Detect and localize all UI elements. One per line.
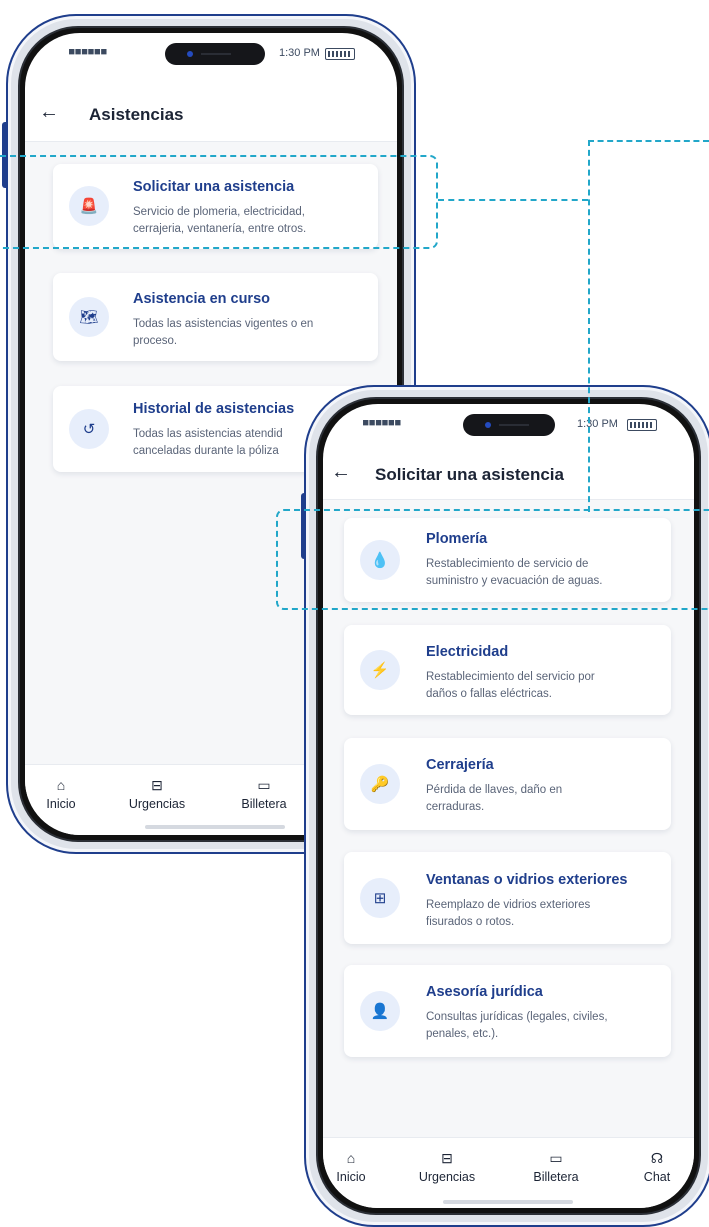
card-electricity[interactable]: ⚡ Electricidad Restablecimiento del serv…: [344, 625, 671, 715]
card-description: canceladas durante la póliza: [133, 445, 279, 457]
screen-header: ← Asistencias: [25, 91, 397, 142]
tab-label: Urgencias: [128, 797, 186, 811]
battery-icon: [325, 48, 355, 60]
card-legal-advice[interactable]: 👤 Asesoría jurídica Consultas jurídicas …: [344, 965, 671, 1057]
page-title: Solicitar una asistencia: [375, 465, 564, 484]
home-icon: ⌂: [56, 777, 66, 793]
card-locksmith[interactable]: 🔑 Cerrajería Pérdida de llaves, daño en …: [344, 738, 671, 830]
signal-icon: ■■■■■■: [363, 418, 402, 428]
camera-notch: [463, 414, 555, 436]
card-title: Cerrajería: [426, 757, 494, 773]
card-title: Electricidad: [426, 644, 509, 660]
key-icon: 🔑: [360, 764, 400, 804]
card-description: proceso.: [133, 335, 178, 347]
card-title: Ventanas o vidrios exteriores: [426, 872, 628, 888]
card-assistance-in-progress[interactable]: 🗺 Asistencia en curso Todas las asistenc…: [53, 273, 378, 361]
status-time: 1:30 PM: [577, 418, 618, 430]
status-time: 1:30 PM: [279, 47, 320, 59]
card-description: Pérdida de llaves, daño en: [426, 784, 563, 796]
highlight-box-plumbing: [276, 509, 709, 610]
tab-label: Inicio: [336, 1170, 366, 1184]
lightning-icon: ⚡: [360, 650, 400, 690]
card-description: Restablecimiento del servicio por: [426, 671, 595, 683]
wallet-icon: ▭: [549, 1150, 563, 1166]
page-title: Asistencias: [89, 105, 184, 124]
card-description: daños o fallas eléctricas.: [426, 688, 552, 700]
signal-icon: ■■■■■■: [69, 47, 108, 57]
card-description: Todas las asistencias vigentes o en: [133, 318, 314, 330]
advisor-icon: 👤: [360, 991, 400, 1031]
tab-urgent[interactable]: ⊟ Urgencias: [407, 1150, 487, 1184]
card-description: fisurados o rotos.: [426, 916, 515, 928]
status-bar: ■■■■■■ 1:30 PM: [323, 404, 694, 444]
screen-header: ← Solicitar una asistencia: [323, 449, 694, 500]
connector-line: [438, 199, 588, 201]
card-description: Todas las asistencias atendid: [133, 428, 283, 440]
camera-notch: [165, 43, 265, 65]
home-indicator: [145, 825, 285, 829]
tab-bar: ⌂ Inicio ⊟ Urgencias ▭ Billetera ☊ Chat: [323, 1137, 694, 1208]
tab-label: Chat: [643, 1170, 671, 1184]
siren-icon: ⊟: [151, 777, 163, 793]
card-title: Asistencia en curso: [133, 291, 270, 307]
back-arrow-icon[interactable]: ←: [331, 461, 351, 484]
siren-icon: ⊟: [441, 1150, 453, 1166]
headset-icon: ☊: [650, 1150, 664, 1166]
tab-home[interactable]: ⌂ Inicio: [39, 777, 83, 811]
connector-line: [588, 140, 590, 512]
tab-wallet[interactable]: ▭ Billetera: [229, 777, 299, 811]
status-bar: ■■■■■■ 1:30 PM: [25, 33, 397, 73]
tab-label: Inicio: [46, 797, 76, 811]
card-description: Reemplazo de vidrios exteriores: [426, 899, 591, 911]
home-indicator: [443, 1200, 573, 1204]
connector-line: [588, 140, 709, 142]
home-icon: ⌂: [346, 1150, 356, 1166]
history-icon: ↺: [69, 409, 109, 449]
card-windows[interactable]: ⊞ Ventanas o vidrios exteriores Reemplaz…: [344, 852, 671, 944]
highlight-box-request: [0, 155, 438, 249]
window-icon: ⊞: [360, 878, 400, 918]
map-icon: 🗺: [69, 297, 109, 337]
wallet-icon: ▭: [257, 777, 271, 793]
tab-wallet[interactable]: ▭ Billetera: [521, 1150, 591, 1184]
tab-home[interactable]: ⌂ Inicio: [329, 1150, 373, 1184]
tab-label: Billetera: [241, 797, 287, 811]
card-title: Historial de asistencias: [133, 401, 295, 417]
card-description: penales, etc.).: [426, 1028, 499, 1040]
card-description: Consultas jurídicas (legales, civiles,: [426, 1011, 608, 1023]
tab-urgent[interactable]: ⊟ Urgencias: [117, 777, 197, 811]
card-title: Asesoría jurídica: [426, 984, 543, 1000]
tab-chat[interactable]: ☊ Chat: [635, 1150, 679, 1184]
card-description: cerraduras.: [426, 801, 485, 813]
tab-label: Billetera: [533, 1170, 579, 1184]
back-arrow-icon[interactable]: ←: [39, 101, 59, 124]
tab-label: Urgencias: [418, 1170, 476, 1184]
battery-icon: [627, 419, 657, 431]
